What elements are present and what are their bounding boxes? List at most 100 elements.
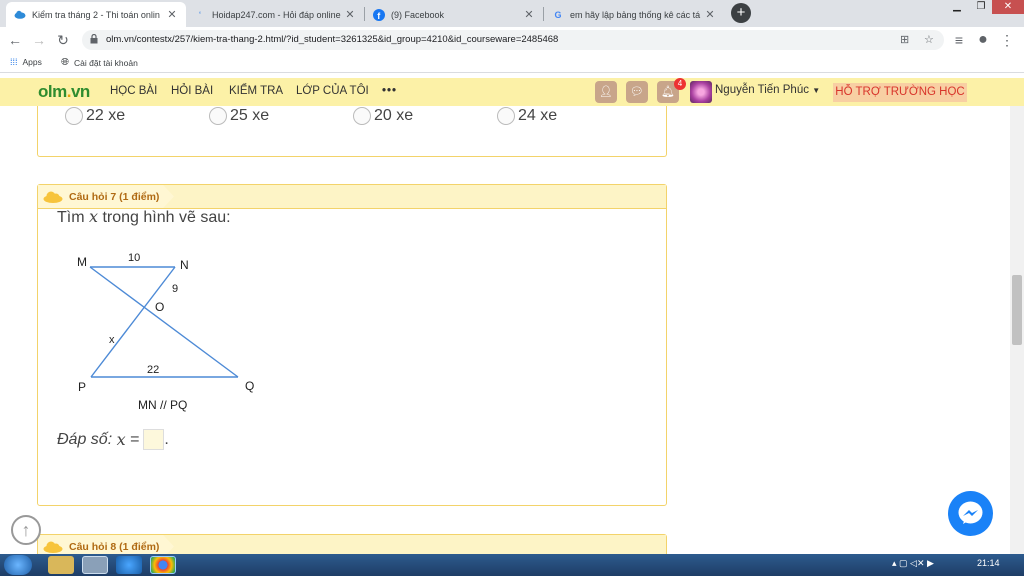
tab-title: (9) Facebook — [391, 9, 445, 20]
chrome-icon[interactable] — [150, 556, 176, 574]
close-icon[interactable]: ✕ — [344, 8, 356, 21]
edge-icon[interactable] — [116, 556, 142, 574]
tab-title: Hoidap247.com - Hỏi đáp online — [212, 9, 341, 20]
lock-icon — [90, 34, 98, 44]
logo-tld: vn — [70, 82, 90, 101]
google-icon: G — [554, 9, 562, 20]
answer-option[interactable]: 22 xe — [65, 107, 125, 125]
nav-kiem-tra[interactable]: KIỂM TRA — [229, 85, 283, 97]
translate-icon[interactable]: ⊞ — [900, 33, 909, 46]
cloud-icon — [43, 541, 63, 553]
apps-bookmark[interactable]: ⁞⁞⁞ Apps — [10, 57, 42, 67]
scroll-to-top-button[interactable]: ↑ — [11, 515, 41, 545]
answer-period: . — [164, 430, 169, 448]
answer-equals: = — [130, 430, 140, 448]
maximize-button[interactable]: ❐ — [968, 0, 994, 14]
windows-taskbar: ▴ ▢ ◁✕ ▶ 21:14 — [0, 554, 1024, 576]
facebook-icon: f — [373, 8, 385, 21]
address-bar-row: ← → ↻ olm.vn/contestx/257/kiem-tra-thang… — [0, 27, 1024, 53]
globe-icon: 🌐︎ — [61, 57, 69, 68]
answer-row: Đáp số: x = . — [57, 429, 169, 450]
site-navbar: olm.vn HỌC BÀI HỎI BÀI KIỂM TRA LỚP CỦA … — [0, 78, 1024, 106]
start-button[interactable] — [4, 555, 32, 575]
radio-button[interactable] — [353, 107, 371, 125]
question-header: Câu hỏi 8 (1 điểm) — [38, 535, 666, 554]
answer-option[interactable]: 25 xe — [209, 107, 269, 125]
label-n: N — [180, 258, 189, 272]
prev-question-card: 22 xe 25 xe 20 xe 24 xe — [37, 106, 667, 157]
figure-caption: MN // PQ — [138, 398, 187, 412]
question-text: Tìm x trong hình vẽ sau: — [57, 207, 231, 227]
close-icon[interactable]: ✕ — [166, 8, 178, 21]
app-icon[interactable] — [82, 556, 108, 574]
label-o: O — [155, 300, 164, 314]
radio-button[interactable] — [65, 107, 83, 125]
chat-icon[interactable]: 💬︎ — [626, 81, 648, 103]
tab-google[interactable]: G em hãy lập bảng thống kê các tá ✕ — [544, 2, 724, 27]
cloud-icon — [43, 191, 63, 203]
notification-badge: 4 — [674, 78, 686, 90]
profile-icon[interactable]: ● — [974, 31, 992, 49]
messenger-icon — [958, 501, 983, 524]
scrollbar-thumb[interactable] — [1012, 275, 1022, 345]
option-label: 24 xe — [518, 107, 558, 124]
nav-more[interactable]: ••• — [382, 85, 397, 97]
answer-variable: x — [116, 430, 126, 449]
forward-button[interactable]: → — [30, 31, 48, 49]
star-icon[interactable]: ☆ — [924, 33, 934, 46]
cloud-icon — [14, 9, 26, 21]
loading-icon: ‘ — [199, 9, 201, 20]
question-text-start: Tìm — [57, 209, 85, 226]
answer-option[interactable]: 20 xe — [353, 107, 413, 125]
label-q: Q — [245, 379, 254, 393]
label-m: M — [77, 255, 87, 269]
answer-option[interactable]: 24 xe — [497, 107, 557, 125]
close-window-button[interactable]: ✕ — [992, 0, 1024, 14]
close-icon[interactable]: ✕ — [704, 8, 716, 21]
url-text: olm.vn/contestx/257/kiem-tra-thang-2.htm… — [106, 34, 559, 45]
tab-hoidap[interactable]: ‘ Hoidap247.com - Hỏi đáp online ✕ — [186, 2, 364, 27]
question-title: Câu hỏi 8 (1 điểm) — [69, 541, 160, 553]
caret-down-icon: ▼ — [812, 86, 821, 95]
main-content: 22 xe 25 xe 20 xe 24 xe Câu hỏi 7 (1 điể… — [0, 106, 1010, 554]
answer-input[interactable] — [143, 429, 165, 450]
new-tab-button[interactable]: + — [731, 3, 751, 23]
segment-np — [90, 266, 176, 378]
avatar[interactable] — [690, 81, 712, 103]
user-name: Nguyễn Tiến Phúc — [715, 84, 809, 96]
question-header: Câu hỏi 7 (1 điểm) — [38, 185, 666, 209]
olm-logo[interactable]: olm.vn — [38, 82, 90, 102]
nav-hoc-bai[interactable]: HỌC BÀI — [110, 85, 157, 97]
menu-icon[interactable]: ⋮ — [998, 31, 1016, 49]
friends-icon[interactable]: 👤︎ — [595, 81, 617, 103]
messenger-button[interactable] — [948, 491, 993, 536]
answer-label: Đáp số: — [57, 430, 113, 448]
question-7-card: Câu hỏi 7 (1 điểm) Tìm x trong hình vẽ s… — [37, 184, 667, 506]
close-icon[interactable]: ✕ — [523, 8, 535, 21]
omnibox[interactable]: olm.vn/contestx/257/kiem-tra-thang-2.htm… — [82, 30, 944, 50]
radio-button[interactable] — [497, 107, 515, 125]
bookmark-label: Cài đặt tài khoản — [74, 57, 138, 68]
reload-button[interactable]: ↻ — [54, 31, 72, 49]
question-text-end: trong hình vẽ sau: — [102, 209, 231, 226]
explorer-icon[interactable] — [48, 556, 74, 574]
tray-icons[interactable]: ▴ ▢ ◁✕ ▶ — [892, 558, 934, 569]
length-no: 9 — [172, 283, 178, 295]
account-settings-bookmark[interactable]: 🌐︎ Cài đặt tài khoản — [61, 57, 138, 68]
support-button[interactable]: HỖ TRỢ TRƯỜNG HỌC — [833, 83, 967, 102]
minimize-button[interactable]: ▁ — [944, 0, 970, 14]
option-label: 22 xe — [86, 107, 126, 124]
apps-grid-icon: ⁞⁞⁞ — [10, 57, 18, 67]
back-button[interactable]: ← — [6, 31, 24, 49]
nav-lop-cua-toi[interactable]: LỚP CỦA TÔI — [296, 85, 369, 97]
bookmarks-bar: ⁞⁞⁞ Apps 🌐︎ Cài đặt tài khoản — [0, 53, 1024, 73]
user-menu[interactable]: Nguyễn Tiến Phúc ▼ — [715, 84, 820, 96]
option-label: 20 xe — [374, 107, 414, 124]
tab-facebook[interactable]: f (9) Facebook ✕ — [365, 2, 543, 27]
radio-button[interactable] — [209, 107, 227, 125]
tab-title: Kiểm tra tháng 2 - Thi toán onlin — [32, 9, 160, 20]
tab-kiem-tra[interactable]: Kiểm tra tháng 2 - Thi toán onlin ✕ — [6, 2, 186, 27]
geometry-figure: M N O P Q 10 9 x 22 MN // PQ — [77, 252, 254, 412]
nav-hoi-bai[interactable]: HỎI BÀI — [171, 85, 213, 97]
reading-list-icon[interactable]: ≡ — [950, 31, 968, 49]
